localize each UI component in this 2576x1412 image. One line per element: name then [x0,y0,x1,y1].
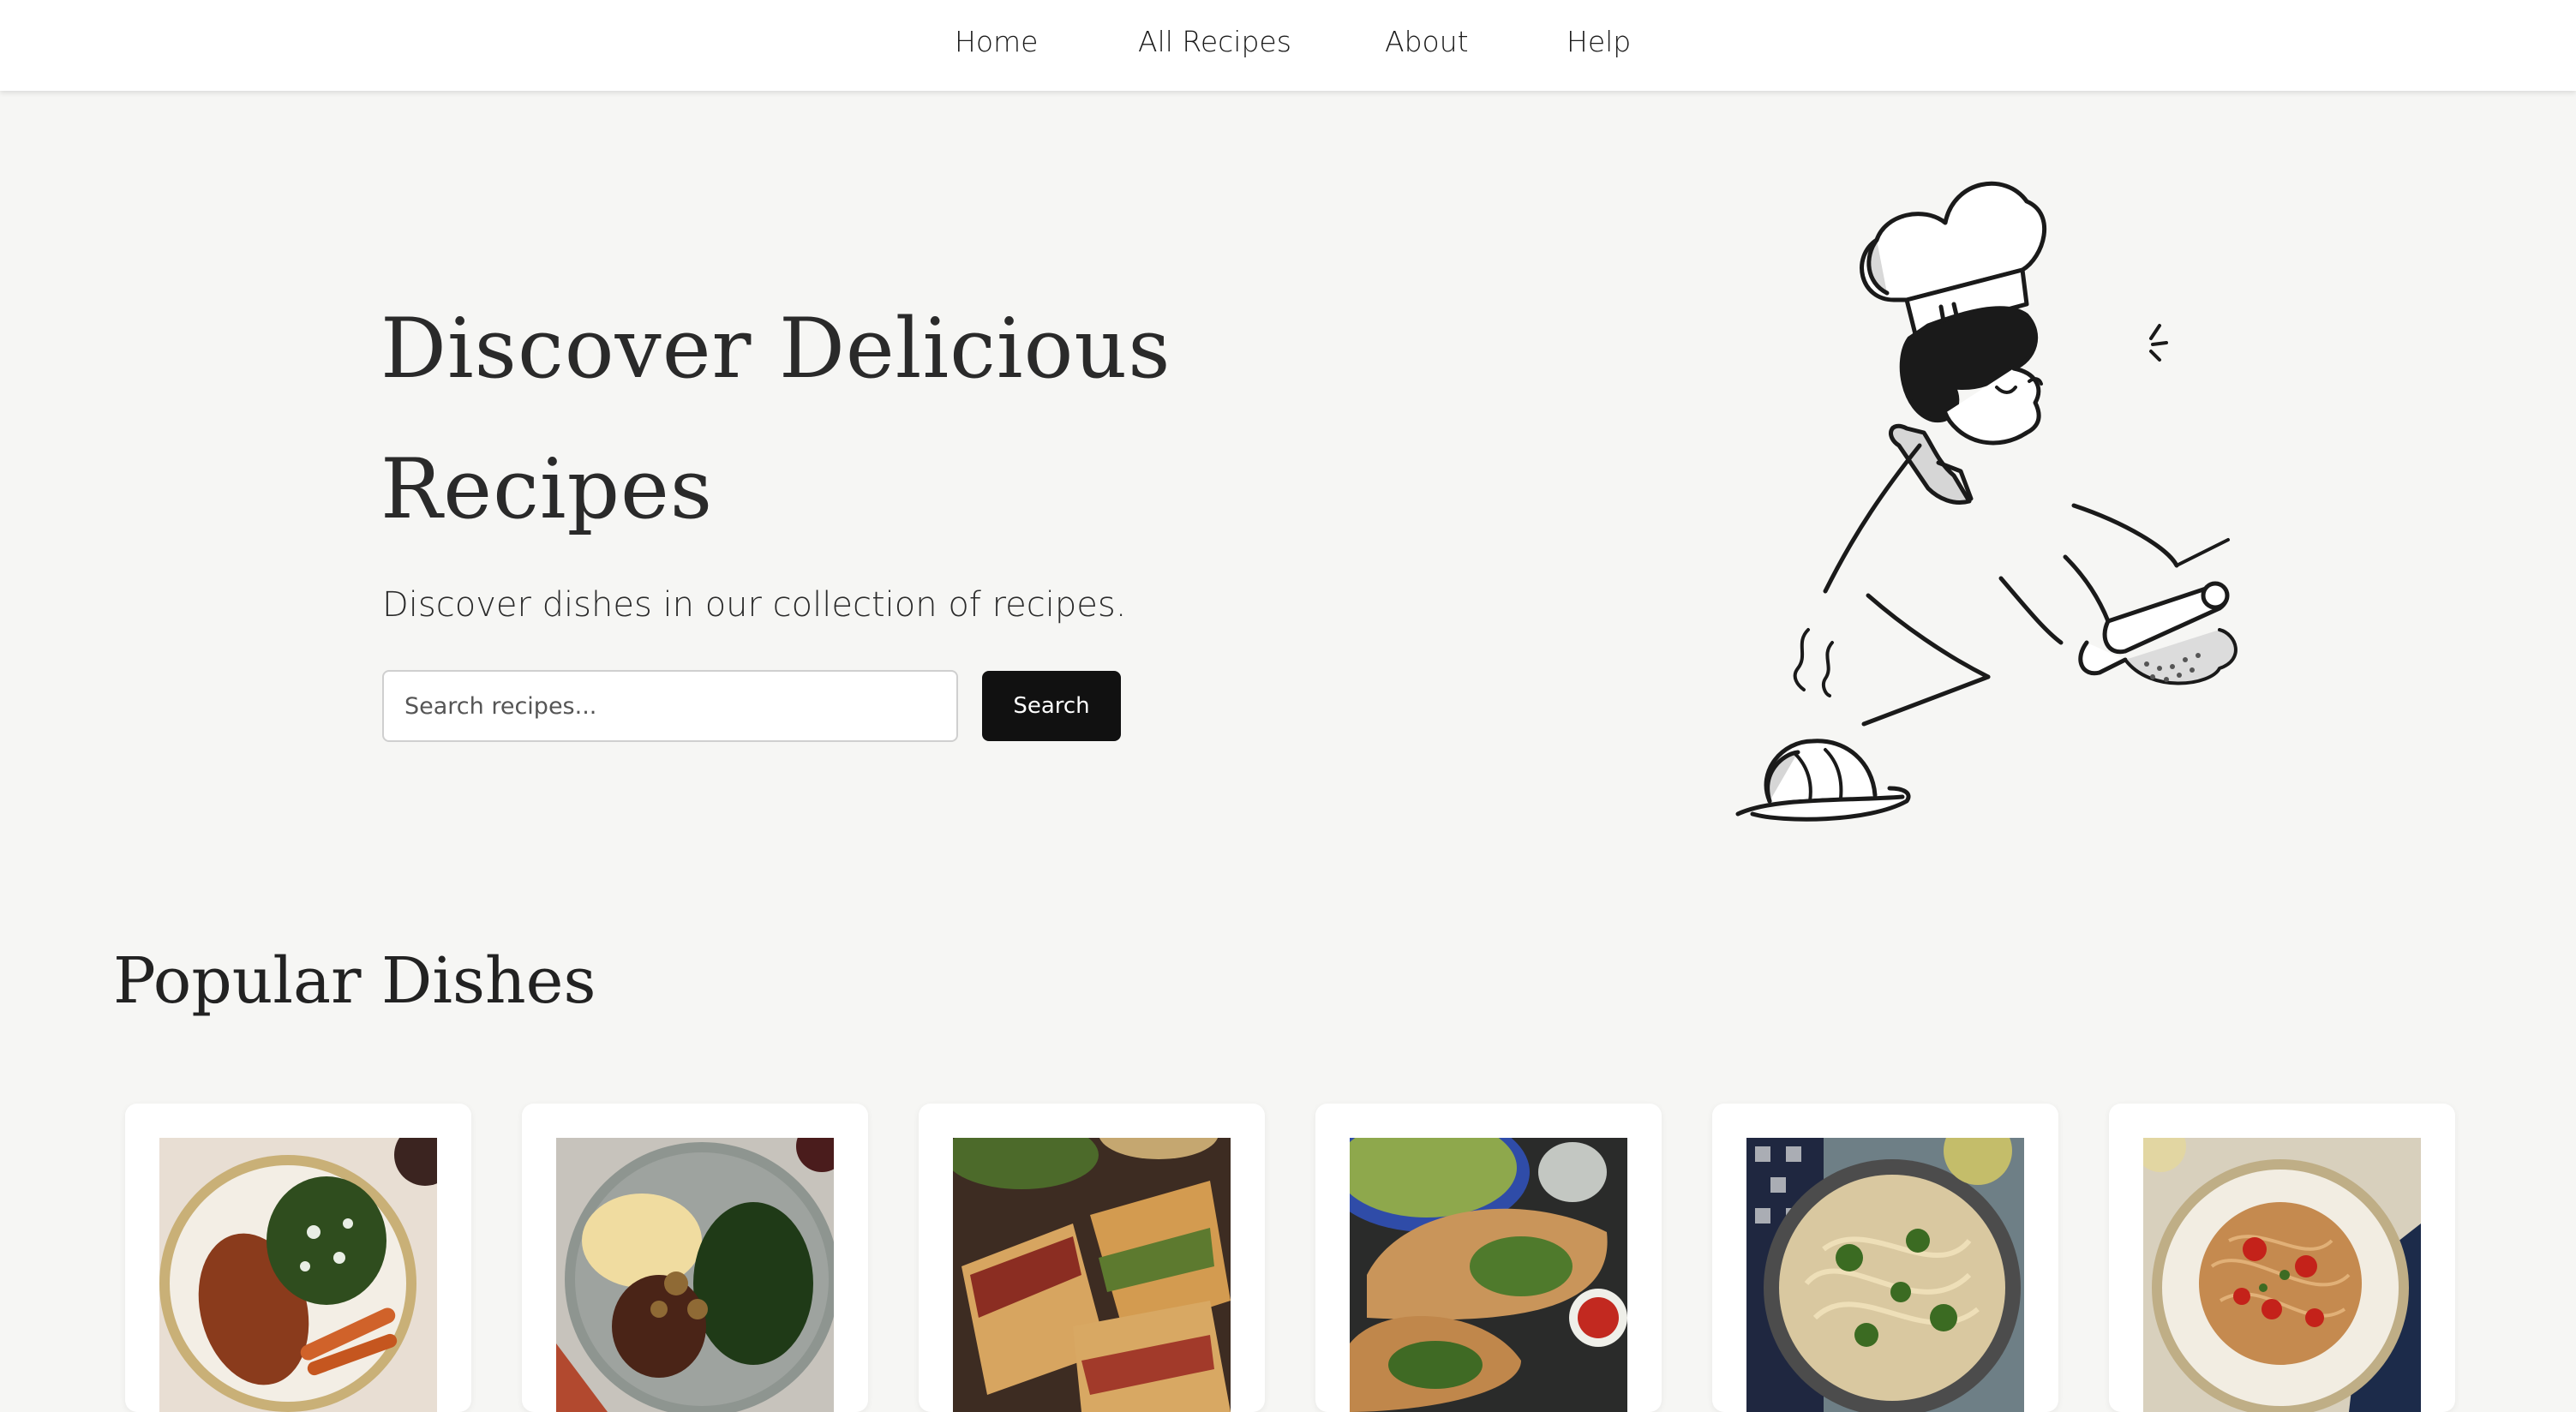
chef-rolling-dough-illustration [1697,163,2314,848]
nav-link-all-recipes[interactable]: All Recipes [1138,21,1291,63]
top-navbar: Home All Recipes About Help [0,0,2576,91]
dish-photo-chicken-with-greens [159,1138,437,1412]
dish-card[interactable] [2109,1104,2455,1412]
nav-link-about[interactable]: About [1385,21,1469,63]
dish-photo-broccoli-pasta [1746,1138,2024,1412]
search-button[interactable]: Search [982,671,1121,741]
hero-subtitle: Discover dishes in our collection of rec… [382,585,1127,625]
nav-link-home[interactable]: Home [955,21,1038,63]
dish-card[interactable] [125,1104,471,1412]
dish-photo-spaghetti-tomatoes [2143,1138,2421,1412]
dish-card[interactable] [522,1104,868,1412]
popular-dishes-title: Popular Dishes [113,944,596,1018]
dish-photo-steak-with-mash [556,1138,834,1412]
dish-photo-broccoli-calzone [1350,1138,1627,1412]
hero-title: Discover Delicious Recipes [380,301,1171,537]
dish-photo-pressed-sandwich [953,1138,1231,1412]
dish-card[interactable] [1315,1104,1662,1412]
search-input[interactable] [382,670,958,742]
nav-link-help[interactable]: Help [1567,21,1631,63]
dish-card[interactable] [919,1104,1265,1412]
dish-card[interactable] [1712,1104,2058,1412]
